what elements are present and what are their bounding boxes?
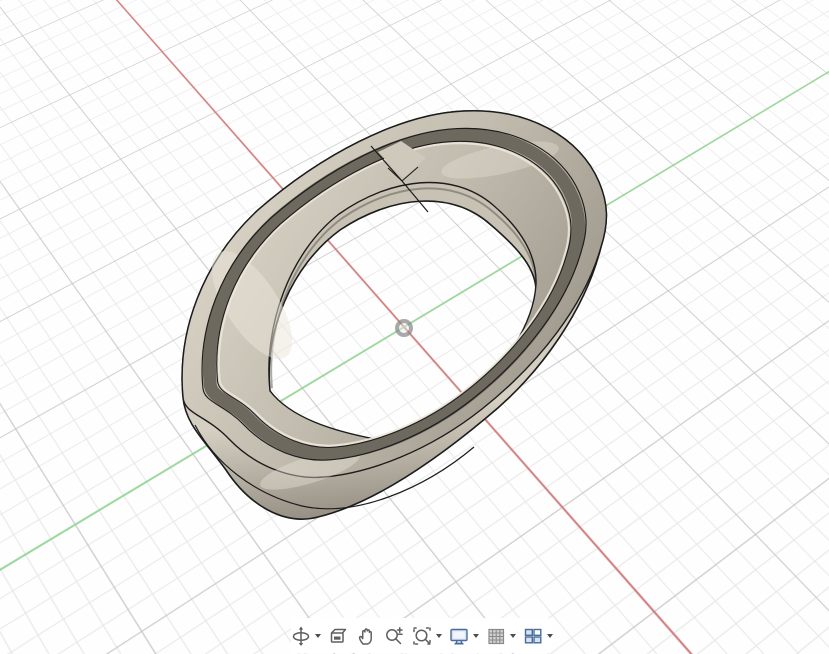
zoom-icon <box>383 625 405 647</box>
look-at-button[interactable] <box>325 624 351 648</box>
orbit-icon <box>290 625 312 647</box>
viewports-dropdown-caret[interactable] <box>547 634 553 638</box>
pan-button[interactable] <box>353 624 379 648</box>
canvas-3d-viewport[interactable] <box>0 0 829 654</box>
display-settings-button[interactable] <box>446 624 481 648</box>
ring-model[interactable] <box>0 0 829 654</box>
grid-icon <box>485 625 507 647</box>
look-at-icon <box>327 625 349 647</box>
grid-and-snaps-button[interactable] <box>483 624 518 648</box>
navigation-toolbar <box>291 618 551 653</box>
origin-marker <box>395 319 413 337</box>
orbit-dropdown-caret[interactable] <box>315 634 321 638</box>
fit-button[interactable] <box>409 624 444 648</box>
grid-dropdown-caret[interactable] <box>510 634 516 638</box>
fit-icon <box>411 625 433 647</box>
display-settings-icon <box>448 625 470 647</box>
fit-dropdown-caret[interactable] <box>436 634 442 638</box>
orbit-button[interactable] <box>288 624 323 648</box>
display-settings-dropdown-caret[interactable] <box>473 634 479 638</box>
pan-hand-icon <box>355 625 377 647</box>
zoom-button[interactable] <box>381 624 407 648</box>
viewports-button[interactable] <box>520 624 555 648</box>
viewports-icon <box>522 625 544 647</box>
